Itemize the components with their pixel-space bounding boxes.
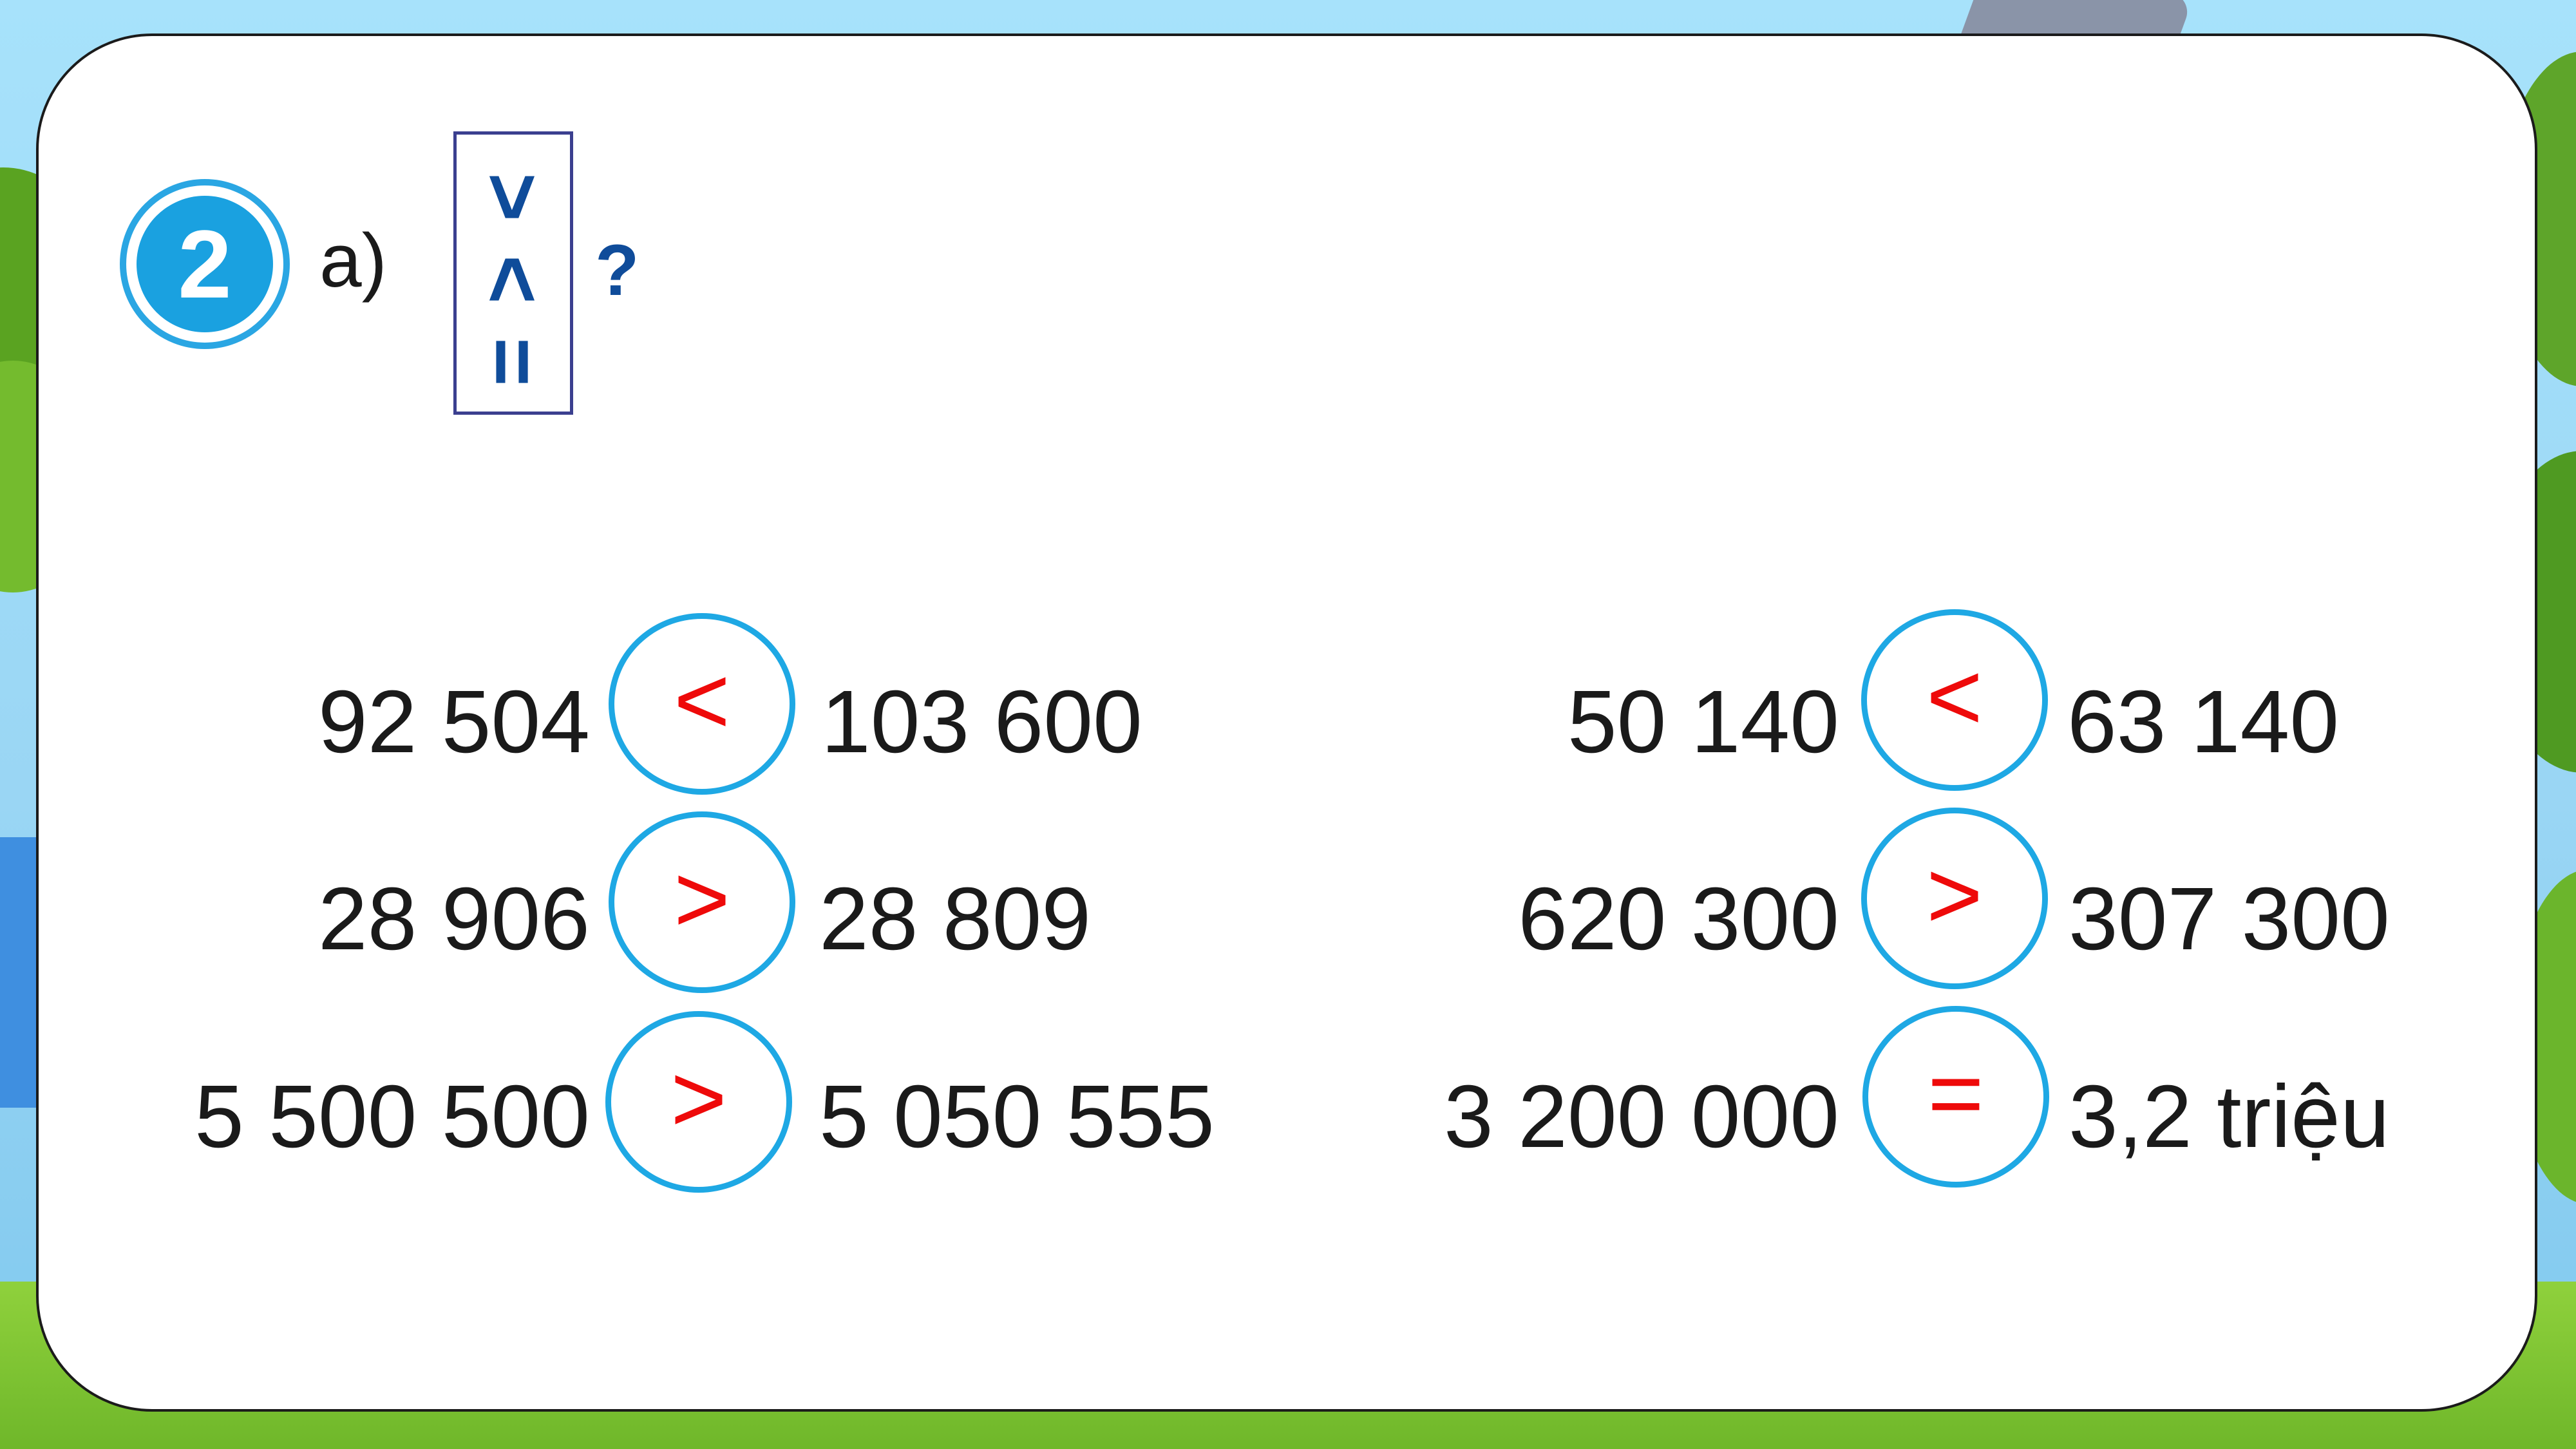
right-col-row1-operator: < — [1926, 642, 1983, 750]
left-col-row2-right-number: 28 809 — [819, 869, 1092, 969]
left-col-row1-right-number: 103 600 — [821, 672, 1142, 772]
question-mark: ? — [595, 230, 639, 310]
right-col-row1-right-number: 63 140 — [2067, 672, 2340, 772]
right-col-row3-left-number: 3 200 000 — [1444, 1067, 1839, 1166]
left-col-row3-right-number: 5 050 555 — [819, 1067, 1215, 1166]
left-col-row3-left-number: 5 500 500 — [194, 1067, 590, 1166]
left-col-row2-operator: > — [674, 844, 730, 952]
left-col-row3-operator: > — [670, 1044, 727, 1152]
right-col-row2-operator: > — [1926, 840, 1983, 949]
left-col-row1-left-number: 92 504 — [317, 672, 590, 772]
exercise-number-badge: 2 — [120, 179, 290, 349]
left-col-row2-answer-circle[interactable]: > — [609, 811, 795, 993]
left-col-row2-left-number: 28 906 — [317, 869, 590, 969]
left-col-row1-operator: < — [674, 646, 730, 754]
right-col-row3-answer-circle[interactable]: = — [1862, 1006, 2049, 1188]
right-col-row3-right-number: 3,2 triệu — [2069, 1067, 2390, 1166]
right-col-row2-left-number: 620 300 — [1518, 869, 1839, 969]
exercise-number: 2 — [137, 196, 273, 332]
left-col-row1-answer-circle[interactable]: < — [609, 613, 795, 795]
symbol-choice-box: > < = — [453, 131, 573, 415]
right-col-row3-operator: = — [1927, 1039, 1984, 1147]
part-label: a) — [319, 218, 387, 303]
equals-symbol: = — [466, 337, 560, 386]
right-col-row1-left-number: 50 140 — [1567, 672, 1839, 772]
left-col-row3-answer-circle[interactable]: > — [605, 1011, 792, 1193]
right-col-row2-right-number: 307 300 — [2069, 869, 2390, 969]
right-col-row2-answer-circle[interactable]: > — [1861, 808, 2048, 989]
right-col-row1-answer-circle[interactable]: < — [1861, 609, 2048, 791]
